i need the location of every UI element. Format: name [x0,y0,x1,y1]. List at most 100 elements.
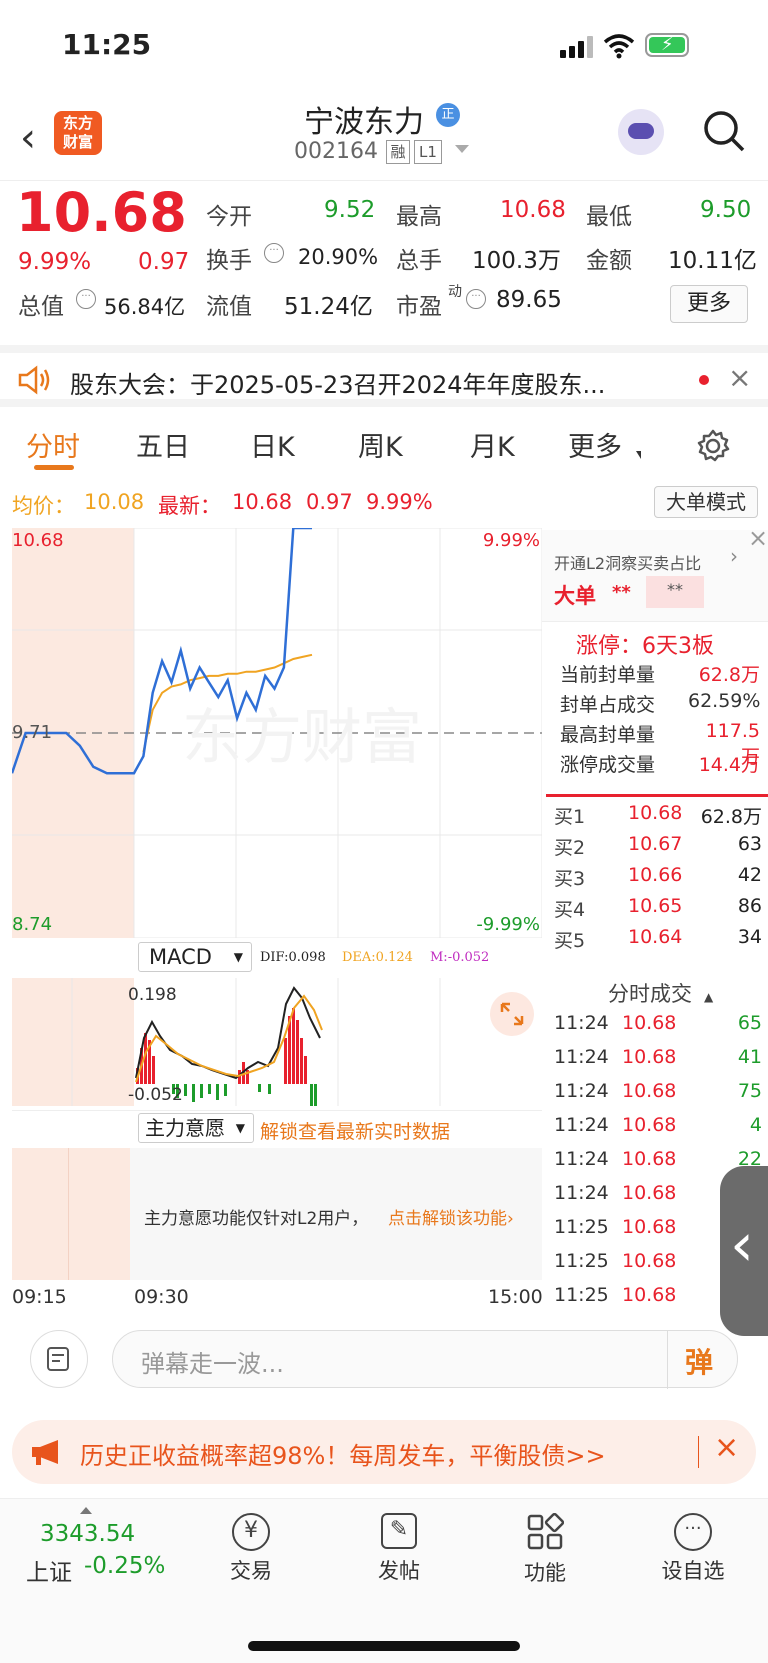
dropdown-icon[interactable] [455,145,469,153]
bid-label: 买3 [554,868,586,890]
danmu-placeholder: 弹幕走一波... [141,1350,284,1378]
trades-title[interactable]: 分时成交 ▲ [608,978,713,1008]
dadan-stars-box: ** [646,576,704,608]
open-label: 今开 [206,204,252,230]
expand-icon[interactable] [490,992,534,1036]
robot-avatar[interactable] [618,109,664,155]
megaphone-icon [32,1440,58,1465]
stat-label: 最高封单量 [560,724,656,746]
close-icon[interactable]: × [728,361,751,394]
unread-dot [699,375,709,385]
bid-price: 10.68 [628,802,683,824]
close-icon[interactable]: × [714,1430,739,1465]
search-icon[interactable] [702,109,746,153]
battery-icon: ⚡ [645,33,689,57]
info-icon[interactable]: ··· [76,289,96,309]
high-value: 10.68 [500,197,566,223]
dadan-stars: ** [612,582,631,603]
macd-top-value: 0.198 [128,985,177,1005]
chart-tabs: 分时 五日 日K 周K 月K 更多 [0,415,768,477]
trade-time: 11:24 [554,1114,609,1136]
bid-volume: 86 [737,895,762,917]
tab-yuek[interactable]: 月K [470,425,515,464]
stock-code: 002164 [294,139,378,164]
danmu-input[interactable]: 弹幕走一波... 弹 [112,1330,738,1389]
index-ticker[interactable]: 3343.54 上证 -0.25% [0,1499,176,1609]
low-value: 9.50 [700,197,752,223]
y-top-pct: 9.99% [483,530,540,551]
zheng-badge: 正 [436,103,460,127]
tab-wuri[interactable]: 五日 [136,425,190,464]
trade-time: 11:24 [554,1046,609,1068]
macd-chart: 0.198 -0.052 [12,978,542,1106]
nav-functions[interactable]: 功能 [500,1512,590,1593]
bottom-nav: 3343.54 上证 -0.25% ¥ 交易 ✎ 发帖 功能 ··· 设自选 [0,1498,768,1663]
close-icon[interactable]: × [748,524,768,552]
more-arrow-icon [636,451,641,459]
float-value: 51.24亿 [284,294,373,320]
watermark: 东方财富 [182,703,422,773]
bid-volume: 42 [737,864,762,886]
signal-icon [560,36,596,58]
info-icon[interactable]: ··· [264,243,284,263]
zhuli-unlock-link[interactable]: 解锁查看最新实时数据 [260,1117,450,1144]
comments-icon[interactable] [30,1330,88,1388]
danmu-send-button[interactable]: 弹 [685,1341,713,1381]
tab-more[interactable]: 更多 [568,425,622,464]
trade-price: 10.68 [622,1216,677,1238]
float-label: 流值 [206,294,252,320]
avg-label: 均价： [12,494,75,518]
macd-dea: DEA:0.124 [342,950,413,965]
trade-price: 10.68 [622,1114,677,1136]
trade-price: 10.68 [622,1182,677,1204]
change-pct: 9.99% [18,249,92,275]
index-value: 3343.54 [40,1521,136,1547]
latest-pct: 9.99% [366,490,433,514]
price-chart[interactable]: 东方财富 10.68 9.71 8.74 9.99% -9.99% [12,528,542,938]
info-icon[interactable]: ··· [466,289,486,309]
wifi-icon [603,34,635,59]
nav-trade[interactable]: ¥ 交易 [206,1513,296,1593]
nav-label: 交易 [230,1559,272,1583]
latest-label: 最新： [158,494,221,518]
app-logo[interactable]: 东方 财富 [54,111,102,155]
level-badge: L1 [414,140,442,164]
stat-value: 62.59% [688,690,761,712]
tab-rik[interactable]: 日K [250,425,295,464]
chart-info-line: 均价： 10.08 最新： 10.68 0.97 9.99% 大单模式 [0,480,768,520]
speaker-icon [18,365,50,395]
tab-fenshi[interactable]: 分时 [26,425,80,464]
time-axis: 09:15 09:30 15:00 [12,1284,543,1310]
more-button[interactable]: 更多 [670,285,748,323]
back-icon[interactable]: ‹ [20,115,36,161]
low-label: 最低 [586,204,632,230]
nav-post[interactable]: ✎ 发帖 [354,1513,444,1593]
tab-zhouk[interactable]: 周K [358,425,403,464]
nav-label: 设自选 [661,1559,725,1583]
trade-time: 11:25 [554,1216,609,1238]
zhuli-selector[interactable]: 主力意愿 ▼ [138,1113,254,1143]
macd-selector[interactable]: MACD ▼ [138,942,252,972]
grid-icon [527,1512,565,1550]
dadan-label: 大单 [554,584,596,608]
notice-bar[interactable]: 股东大会：于2025-05-23召开2024年年度股东... × [0,345,768,407]
danmu-bar: 弹幕走一波... 弹 [0,1310,768,1410]
big-order-mode-button[interactable]: 大单模式 [654,486,758,518]
y-top-price: 10.68 [12,530,64,551]
nav-watchlist[interactable]: ··· 设自选 [648,1513,738,1593]
trade-time: 11:24 [554,1012,609,1034]
index-name: 上证 [26,1560,72,1586]
settings-gear-icon[interactable] [696,429,730,463]
bid-price: 10.64 [628,926,683,948]
latest-change: 0.97 [306,490,353,514]
l2-promo[interactable]: 开通L2洞察买卖占比 › × 大单 ** ** [542,524,768,622]
home-indicator [248,1641,520,1651]
trade-volume: 41 [737,1046,762,1068]
mktcap-label: 总值 [18,294,64,320]
quote-panel: 10.68 9.99% 0.97 今开 9.52 最高 10.68 最低 9.5… [0,181,768,339]
zhuli-unlock-button[interactable]: 点击解锁该功能› [388,1204,514,1229]
volume-label: 总手 [396,248,442,274]
more-dots-icon: ··· [674,1513,712,1551]
promo-banner[interactable]: 历史正收益概率超98%！每周发车，平衡股债>> × [12,1420,756,1484]
trade-price: 10.68 [622,1080,677,1102]
